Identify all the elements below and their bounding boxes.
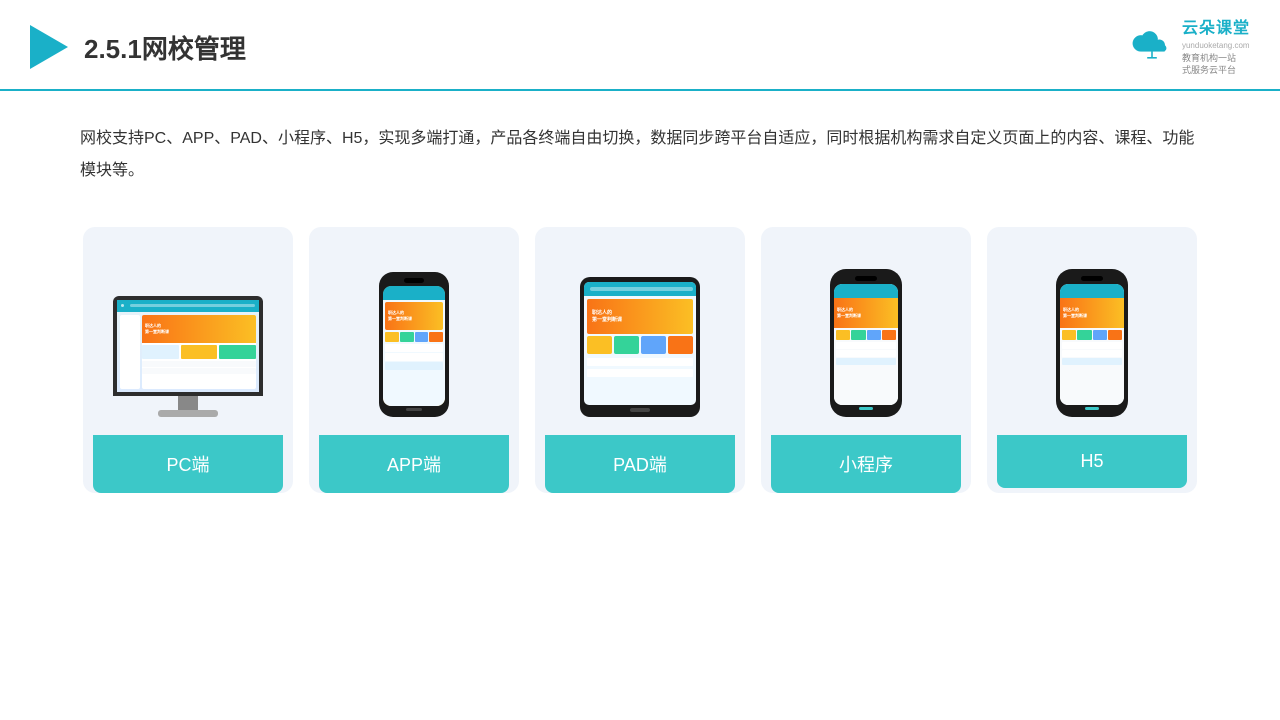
miniapp-card: 职达人的第一堂判断课 bbox=[761, 227, 971, 493]
brand-slogan: 教育机构一站式服务云平台 bbox=[1182, 52, 1250, 77]
h5-card: 职达人的第一堂判断课 bbox=[987, 227, 1197, 493]
pad-card: 职达人的第一堂判断课 PAD端 bbox=[535, 227, 745, 493]
logo-triangle-icon bbox=[30, 25, 68, 69]
app-phone-icon: 职达人的第一堂判断课 bbox=[379, 272, 449, 417]
pad-image-area: 职达人的第一堂判断课 bbox=[545, 247, 735, 427]
app-image-area: 职达人的第一堂判断课 bbox=[319, 247, 509, 427]
miniapp-phone-icon: 职达人的第一堂判断课 bbox=[830, 269, 902, 417]
pad-tablet-icon: 职达人的第一堂判断课 bbox=[580, 277, 700, 417]
h5-label: H5 bbox=[997, 435, 1187, 488]
pc-image-area: 职达人的第一堂判断课 bbox=[93, 247, 283, 427]
brand-url: yunduoketang.com bbox=[1182, 40, 1250, 51]
brand-name: 云朵课堂 bbox=[1182, 18, 1250, 40]
description-text: 网校支持PC、APP、PAD、小程序、H5，实现多端打通，产品各终端自由切换，数… bbox=[0, 91, 1280, 207]
pad-label: PAD端 bbox=[545, 435, 735, 493]
cloud-icon bbox=[1128, 29, 1176, 66]
cards-section: 职达人的第一堂判断课 bbox=[0, 207, 1280, 523]
pc-label: PC端 bbox=[93, 435, 283, 493]
miniapp-label: 小程序 bbox=[771, 435, 961, 493]
page-title: 2.5.1网校管理 bbox=[84, 29, 246, 66]
app-card: 职达人的第一堂判断课 APP端 bbox=[309, 227, 519, 493]
h5-phone-icon: 职达人的第一堂判断课 bbox=[1056, 269, 1128, 417]
pc-monitor-icon: 职达人的第一堂判断课 bbox=[113, 296, 263, 417]
miniapp-image-area: 职达人的第一堂判断课 bbox=[771, 247, 961, 427]
brand-text: 云朵课堂 yunduoketang.com 教育机构一站式服务云平台 bbox=[1182, 18, 1250, 77]
app-label: APP端 bbox=[319, 435, 509, 493]
header: 2.5.1网校管理 云朵课堂 yunduoketang.com 教育机构一站式服… bbox=[0, 0, 1280, 91]
header-left: 2.5.1网校管理 bbox=[30, 25, 246, 69]
brand-logo: 云朵课堂 yunduoketang.com 教育机构一站式服务云平台 bbox=[1128, 18, 1250, 77]
header-right: 云朵课堂 yunduoketang.com 教育机构一站式服务云平台 bbox=[1128, 18, 1250, 77]
pc-card: 职达人的第一堂判断课 bbox=[83, 227, 293, 493]
h5-image-area: 职达人的第一堂判断课 bbox=[997, 247, 1187, 427]
